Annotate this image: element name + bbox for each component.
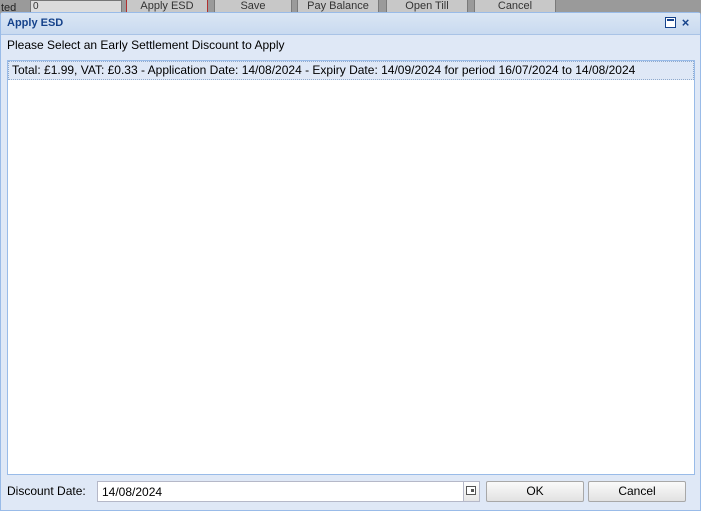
maximize-icon[interactable] xyxy=(665,17,676,28)
dialog-titlebar[interactable]: Apply ESD × xyxy=(1,13,700,35)
ok-button[interactable]: OK xyxy=(486,481,584,502)
dialog-title: Apply ESD xyxy=(7,17,64,29)
discount-list[interactable]: Total: £1.99, VAT: £0.33 - Application D… xyxy=(7,60,695,475)
dialog-prompt: Please Select an Early Settlement Discou… xyxy=(7,38,285,52)
close-icon[interactable]: × xyxy=(680,16,691,29)
cancel-button[interactable]: Cancel xyxy=(588,481,686,502)
calendar-trigger[interactable] xyxy=(464,481,480,502)
discount-list-item[interactable]: Total: £1.99, VAT: £0.33 - Application D… xyxy=(8,61,694,80)
calendar-icon xyxy=(466,486,476,495)
discount-date-label: Discount Date: xyxy=(7,484,86,498)
discount-date-field xyxy=(97,481,480,502)
apply-esd-dialog: Apply ESD × Please Select an Early Settl… xyxy=(0,12,701,511)
discount-date-input[interactable] xyxy=(97,481,464,502)
